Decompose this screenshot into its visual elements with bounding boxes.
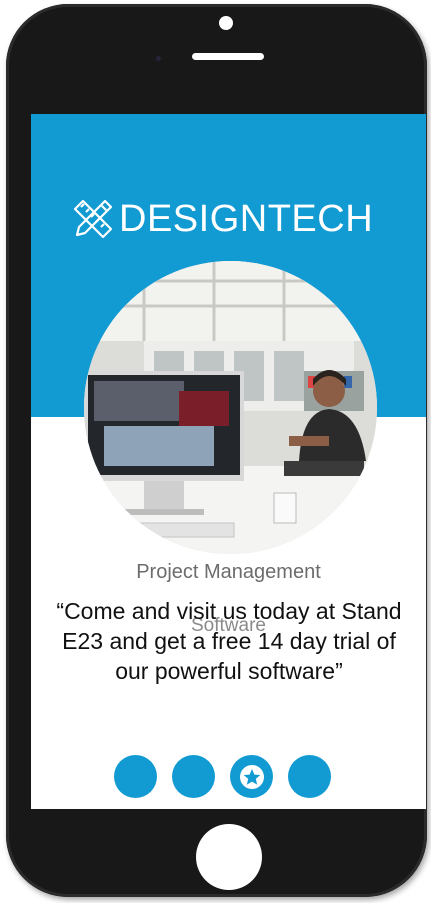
speaker-grille [192,53,264,60]
office-scene-illustration [84,261,377,554]
office-photo [84,261,377,554]
carousel-dot-4[interactable] [288,755,331,798]
phone-screen: DESIGNTECH Project Management Software “… [31,114,426,809]
camera-icon [219,16,233,30]
carousel-dot-1[interactable] [114,755,157,798]
brand-logo: DESIGNTECH [71,194,421,244]
product-title: Project Management [136,561,321,583]
phone-frame: DESIGNTECH Project Management Software “… [6,4,427,897]
carousel-dots [114,755,331,798]
carousel-dot-3[interactable] [230,755,273,798]
promo-quote: “Come and visit us today at Stand E23 an… [56,598,402,684]
ruler-pencil-icon [73,199,113,239]
carousel-dot-2[interactable] [172,755,215,798]
home-button[interactable] [196,824,262,890]
brand-name: DESIGNTECH [119,198,374,240]
star-icon [239,764,264,789]
sensor-icon [156,56,161,61]
